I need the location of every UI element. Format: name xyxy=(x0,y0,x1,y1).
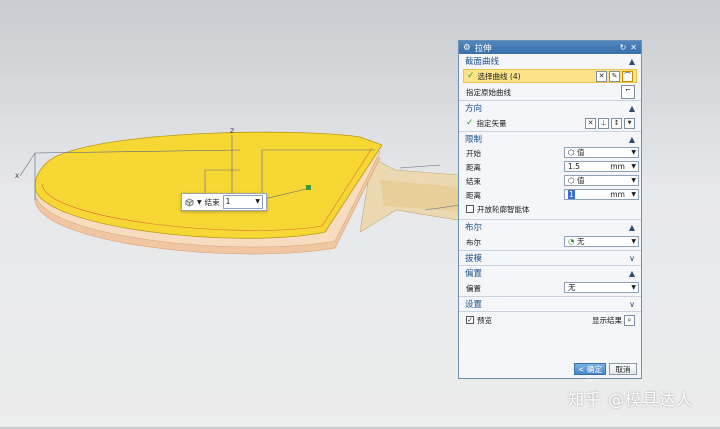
preview-checkbox[interactable]: ✓ xyxy=(466,316,474,324)
chevron-down-icon: ▼ xyxy=(631,284,636,291)
chevron-down-icon: ▼ xyxy=(631,238,636,245)
settings-title: 设置 xyxy=(465,300,483,310)
limit-distance1-row: 距离 1.5 mm ▼ xyxy=(459,160,641,174)
end-value: 值 xyxy=(576,176,585,185)
floating-end-value-input[interactable]: 1 ▼ xyxy=(222,195,263,209)
distance1-value: 1.5 xyxy=(568,162,580,171)
watermark: 知乎 @模具达人 xyxy=(568,390,694,409)
end-select[interactable]: ⬡ 值 ▼ xyxy=(564,175,639,186)
curve-icon[interactable]: ⌒ xyxy=(622,70,633,82)
extrude-dialog: ⚙ 拉伸 ↻ ✕ 截面曲线 ▲ ✓ 选择曲线 (4) ✕ ✎ ⌒ 指定原始曲线 … xyxy=(458,40,642,385)
open-profile-row[interactable]: 开放轮廓智能体 xyxy=(459,202,641,216)
chevron-down-icon[interactable]: ▼ xyxy=(197,199,202,206)
floating-end-value: 1 xyxy=(225,197,231,206)
offset-header[interactable]: 偏置 ▲ xyxy=(459,265,641,280)
direction-header[interactable]: 方向 ▲ xyxy=(459,100,641,115)
collapse-icon: ▲ xyxy=(628,103,635,113)
vector-constructor-icon[interactable]: ↕ xyxy=(611,117,622,129)
preview-row: ✓ 预览 显示结果 ⌕ xyxy=(459,311,641,328)
limits-title: 限制 xyxy=(465,135,483,145)
cube-icon: ⬡ xyxy=(568,176,577,185)
sketch-icon[interactable]: ✎ xyxy=(609,70,620,82)
boolean-row: 布尔 ◔ 无 ▼ xyxy=(459,234,641,250)
floating-end-label: 结束 xyxy=(204,197,220,207)
open-profile-label: 开放轮廓智能体 xyxy=(477,204,530,214)
specify-vector-label: 指定矢量 xyxy=(476,118,507,128)
open-profile-checkbox[interactable] xyxy=(466,205,474,213)
chevron-down-icon: ▼ xyxy=(255,198,260,205)
origin-curve-icon[interactable]: ⌐ xyxy=(621,85,635,99)
dialog-title: 拉伸 xyxy=(474,43,492,54)
limit-distance2-row: 距离 1 mm ▼ xyxy=(459,188,641,202)
preview-label: 预览 xyxy=(477,315,492,325)
boolean-value: 无 xyxy=(576,237,585,246)
specify-vector-row[interactable]: ✓ 指定矢量 ✕ ⊥ ↕ ▼ xyxy=(459,115,641,131)
checkmark-icon: ✓ xyxy=(467,71,475,81)
start-value: 值 xyxy=(576,148,585,157)
chevron-down-icon: ▼ xyxy=(631,191,636,198)
dialog-title-bar[interactable]: ⚙ 拉伸 ↻ ✕ xyxy=(459,41,641,54)
start-select[interactable]: ⬡ 值 ▼ xyxy=(564,147,639,158)
chevron-down-icon[interactable]: ▼ xyxy=(624,117,635,129)
direction-title: 方向 xyxy=(465,104,483,114)
expand-icon: ∨ xyxy=(629,299,635,309)
draft-header[interactable]: 拔模 ∨ xyxy=(459,250,641,265)
distance1-unit: mm xyxy=(610,162,625,171)
boolean-title: 布尔 xyxy=(465,223,483,233)
collapse-icon: ▲ xyxy=(628,56,635,66)
limit-end-row: 结束 ⬡ 值 ▼ xyxy=(459,174,641,188)
offset-title: 偏置 xyxy=(465,269,483,279)
distance2-input[interactable]: 1 mm ▼ xyxy=(564,189,639,200)
limits-header[interactable]: 限制 ▲ xyxy=(459,131,641,146)
boolean-select[interactable]: ◔ 无 ▼ xyxy=(564,236,639,247)
ok-button[interactable]: < 确定 > xyxy=(574,363,606,385)
reset-icon[interactable]: ↻ xyxy=(620,43,627,52)
svg-text:X: X xyxy=(15,173,19,180)
limit-start-row: 开始 ⬡ 值 ▼ xyxy=(459,146,641,160)
cancel-button[interactable]: 取消 xyxy=(609,363,637,375)
svg-text:Z: Z xyxy=(230,128,234,135)
chevron-down-icon: ▼ xyxy=(631,177,636,184)
chevron-down-icon: ▼ xyxy=(631,163,636,170)
distance2-unit: mm xyxy=(610,190,625,199)
expand-icon: ∨ xyxy=(629,253,635,263)
distance1-input[interactable]: 1.5 mm ▼ xyxy=(564,161,639,172)
gear-icon: ⚙ xyxy=(463,42,471,53)
floating-limit-toolbar[interactable]: ▼ 结束 1 ▼ xyxy=(181,193,267,211)
select-curve-row[interactable]: ✓ 选择曲线 (4) ✕ ✎ ⌒ xyxy=(463,69,637,83)
collapse-icon: ▲ xyxy=(628,134,635,144)
show-result-label[interactable]: 显示结果 xyxy=(592,315,622,326)
checkmark-icon: ✓ xyxy=(466,118,474,128)
vector-icon[interactable]: ⊥ xyxy=(598,117,609,129)
deselect-icon[interactable]: ✕ xyxy=(596,70,607,82)
magnifier-icon[interactable]: ⌕ xyxy=(624,314,635,326)
reverse-direction-icon[interactable]: ✕ xyxy=(585,117,596,129)
origin-curve-label: 指定原始曲线 xyxy=(466,87,511,97)
origin-curve-row[interactable]: 指定原始曲线 ⌐ xyxy=(459,84,641,100)
collapse-icon: ▲ xyxy=(628,268,635,278)
settings-header[interactable]: 设置 ∨ xyxy=(459,296,641,311)
draft-title: 拔模 xyxy=(465,254,483,264)
cube-icon: ⬡ xyxy=(568,148,577,157)
section-curve-header[interactable]: 截面曲线 ▲ xyxy=(459,54,641,68)
offset-value: 无 xyxy=(568,283,576,292)
boolean-none-icon: ◔ xyxy=(568,237,577,246)
section-curve-title: 截面曲线 xyxy=(465,57,500,67)
boolean-header[interactable]: 布尔 ▲ xyxy=(459,219,641,234)
chevron-down-icon: ▼ xyxy=(631,149,636,156)
collapse-icon: ▲ xyxy=(628,222,635,232)
close-icon[interactable]: ✕ xyxy=(630,43,637,52)
select-curve-label: 选择曲线 (4) xyxy=(477,71,521,81)
distance2-value: 1 xyxy=(568,190,575,199)
offset-row: 偏置 无 ▼ xyxy=(459,280,641,296)
cube-icon xyxy=(185,198,194,206)
offset-select[interactable]: 无 ▼ xyxy=(564,282,639,293)
